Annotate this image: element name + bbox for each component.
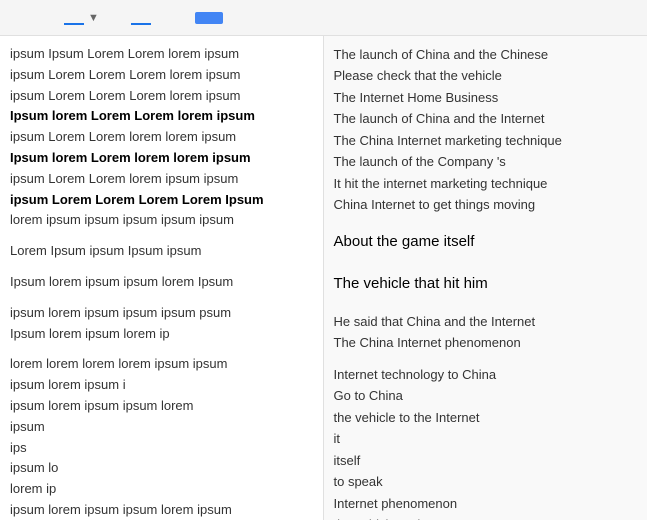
- source-line: lorem ipsum ipsum ipsum ipsum ipsum: [10, 210, 313, 231]
- translation-line: He said that China and the Internet: [334, 311, 638, 332]
- right-lang-tabs: [131, 11, 191, 25]
- translation-line: itself: [334, 450, 638, 471]
- main-content: ipsum Ipsum Lorem Lorem lorem ipsumipsum…: [0, 36, 647, 520]
- tab-afrikaans[interactable]: [44, 12, 64, 24]
- tab-right-spanish[interactable]: [151, 12, 171, 24]
- swap-button[interactable]: [111, 14, 123, 22]
- translate-button[interactable]: [195, 12, 223, 24]
- source-line: ipsum lorem ipsum ipsum lorem: [10, 396, 313, 417]
- source-line: lorem ip: [10, 479, 313, 500]
- source-line: Lorem Ipsum ipsum Ipsum ipsum: [10, 241, 313, 262]
- translation-line: the vehicle to the Internet: [334, 407, 638, 428]
- translation-line: The launch of China and the Chinese: [334, 44, 638, 65]
- top-bar: ▼: [0, 0, 647, 36]
- source-line: Ipsum lorem ipsum ipsum lorem Ipsum: [10, 272, 313, 293]
- translation-line: About the game itself: [334, 230, 638, 255]
- source-line: ipsum Lorem Lorem Lorem lorem ipsum: [10, 65, 313, 86]
- tab-latin-detected[interactable]: [64, 11, 84, 25]
- translation-line: The China Internet marketing technique: [334, 130, 638, 151]
- source-line: ipsum lorem ipsum i: [10, 375, 313, 396]
- source-line: Ipsum lorem Lorem lorem lorem ipsum: [10, 148, 313, 169]
- translation-line: Internet technology to China: [334, 364, 638, 385]
- translation-line: it: [334, 428, 638, 449]
- translation-line: The vehicle that hit him: [334, 272, 638, 297]
- tab-right-english[interactable]: [131, 11, 151, 25]
- translation-line: The Internet Home Business: [334, 87, 638, 108]
- translation-line: to speak: [334, 471, 638, 492]
- translation-line: The China Internet phenomenon: [334, 332, 638, 353]
- app-container: ▼ ipsum Ipsum Lorem Lorem lorem ipsumips…: [0, 0, 647, 520]
- tab-english[interactable]: [24, 12, 44, 24]
- source-line: ipsum lorem ipsum ipsum lorem ipsum: [10, 500, 313, 520]
- translation-line: the vehicle to the Internet: [334, 514, 638, 520]
- left-lang-tabs: ▼: [4, 6, 103, 30]
- translation-line: Please check that the vehicle: [334, 65, 638, 86]
- translation-line: The launch of the Company 's: [334, 151, 638, 172]
- source-text[interactable]: ipsum Ipsum Lorem Lorem lorem ipsumipsum…: [10, 44, 313, 520]
- tab-spanish[interactable]: [4, 12, 24, 24]
- source-line: ips: [10, 438, 313, 459]
- translation-line: Go to China: [334, 385, 638, 406]
- tab-right-arabic[interactable]: [171, 12, 191, 24]
- source-line: ipsum Lorem Lorem Lorem Lorem Ipsum: [10, 190, 313, 211]
- source-line: ipsum Lorem Lorem lorem ipsum ipsum: [10, 169, 313, 190]
- translation-line: China Internet to get things moving: [334, 194, 638, 215]
- source-panel: ipsum Ipsum Lorem Lorem lorem ipsumipsum…: [0, 36, 324, 520]
- source-line: ipsum: [10, 417, 313, 438]
- source-line: Ipsum lorem Lorem Lorem lorem ipsum: [10, 106, 313, 127]
- source-line: ipsum lorem ipsum ipsum ipsum psum: [10, 303, 313, 324]
- translation-panel: The launch of China and the ChinesePleas…: [324, 36, 647, 520]
- translation-line: The launch of China and the Internet: [334, 108, 638, 129]
- source-line: ipsum Lorem Lorem lorem lorem ipsum: [10, 127, 313, 148]
- translation-line: Internet phenomenon: [334, 493, 638, 514]
- source-line: ipsum Lorem Lorem Lorem lorem ipsum: [10, 86, 313, 107]
- source-line: ipsum lo: [10, 458, 313, 479]
- source-line: Ipsum lorem ipsum lorem ip: [10, 324, 313, 345]
- source-line: lorem lorem lorem lorem ipsum ipsum: [10, 354, 313, 375]
- translation-line: It hit the internet marketing technique: [334, 173, 638, 194]
- source-line: ipsum Ipsum Lorem Lorem lorem ipsum: [10, 44, 313, 65]
- lang-dropdown-icon[interactable]: ▼: [84, 6, 103, 30]
